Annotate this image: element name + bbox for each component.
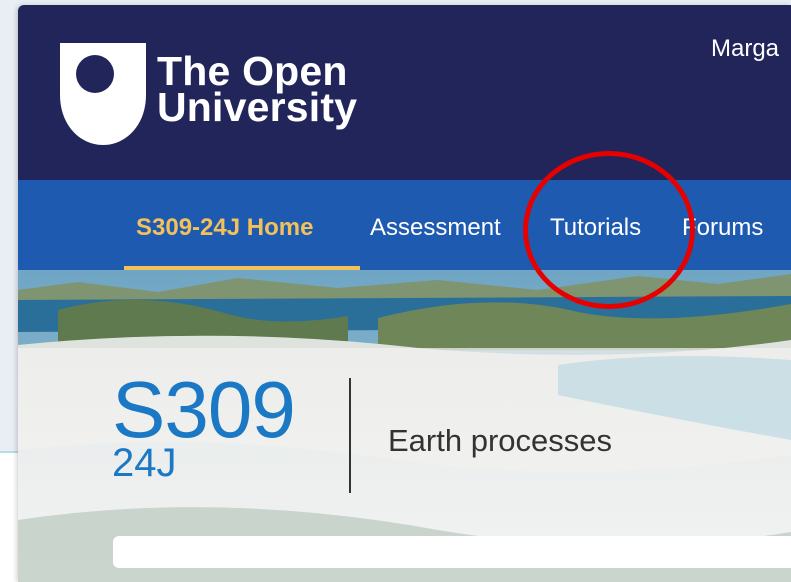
title-divider — [349, 378, 351, 493]
logo-wordmark: The Open University — [157, 51, 358, 130]
site-window: The Open University Marga S309-24J Home … — [18, 5, 791, 582]
ou-shield-icon — [60, 43, 146, 145]
course-code: S309 — [112, 365, 296, 454]
logo-line-2: University — [157, 84, 358, 130]
highlight-annotation-circle — [523, 151, 695, 309]
nav-item-home[interactable]: S309-24J Home — [136, 214, 313, 242]
nav-item-assessment[interactable]: Assessment — [370, 214, 501, 242]
course-title: Earth processes — [388, 423, 612, 458]
course-presentation: 24J — [112, 441, 177, 485]
site-header: The Open University Marga — [18, 5, 791, 180]
user-name[interactable]: Marga — [711, 35, 779, 63]
search-input[interactable] — [113, 536, 791, 568]
open-university-logo[interactable]: The Open University — [60, 43, 357, 145]
